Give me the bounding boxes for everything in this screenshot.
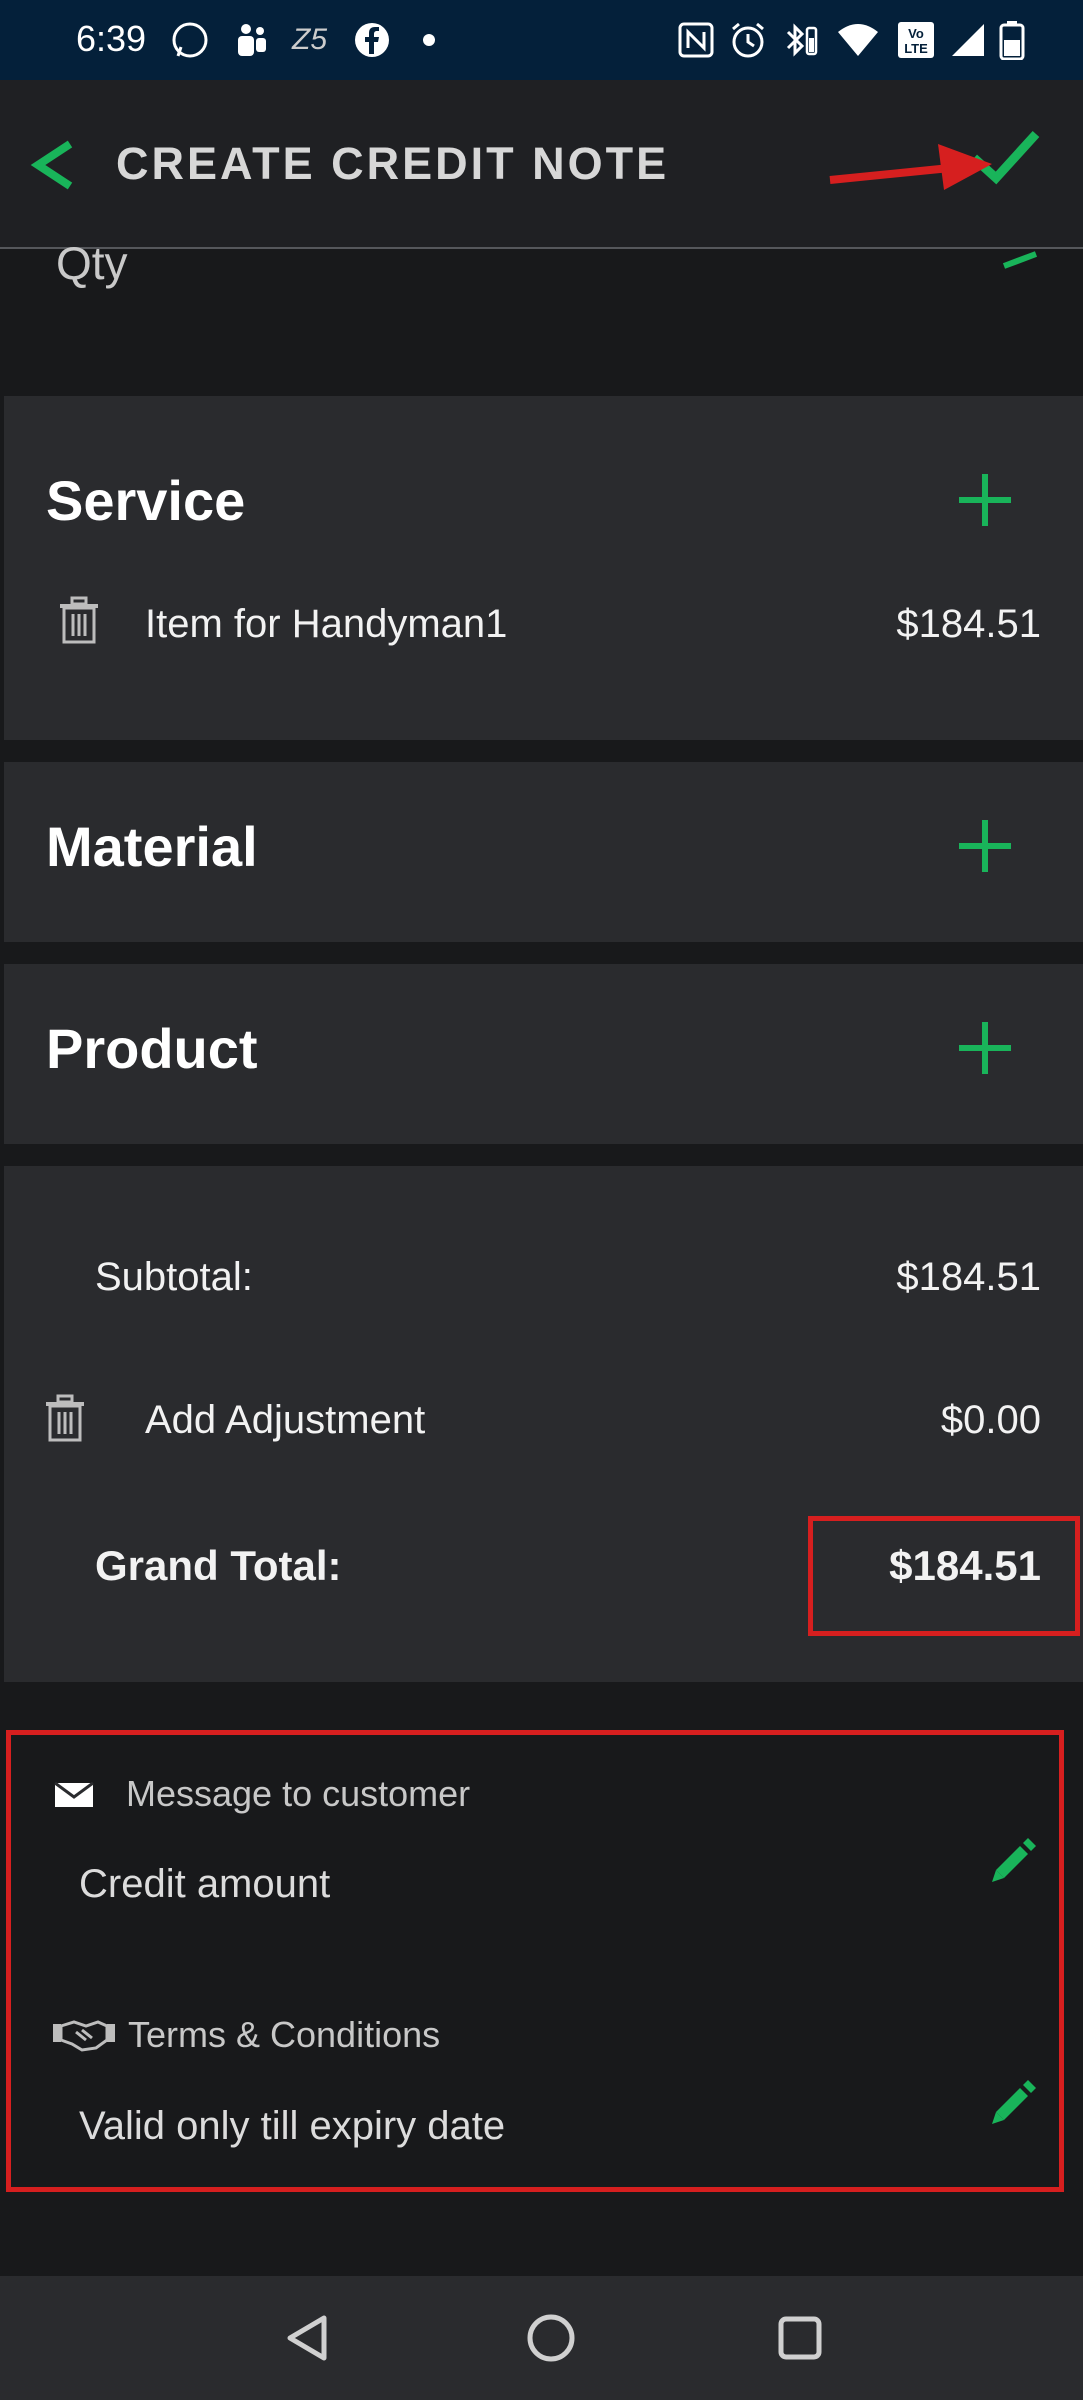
service-title: Service: [46, 469, 246, 532]
status-time: 6:39: [76, 18, 147, 59]
delete-service-item-button[interactable]: [58, 596, 100, 651]
pencil-icon: [992, 2080, 1036, 2124]
grand-total-value: $184.51: [889, 1542, 1041, 1589]
message-to-customer-value: Credit amount: [79, 1862, 331, 1906]
annotation-arrow: [829, 144, 992, 190]
trash-icon: [46, 1394, 84, 1442]
wifi-icon: [836, 20, 880, 60]
subtotal-label: Subtotal:: [95, 1255, 253, 1299]
service-item-price: $184.51: [896, 602, 1041, 646]
service-card: [4, 396, 1083, 740]
envelope-icon: [54, 1780, 94, 1815]
battery-icon: [998, 20, 1026, 61]
grand-total-label: Grand Total:: [95, 1542, 342, 1589]
delete-adjustment-button[interactable]: [44, 1394, 86, 1449]
facebook-icon: [352, 20, 392, 60]
teams-icon: [232, 20, 272, 60]
add-service-button[interactable]: [955, 470, 1015, 530]
service-item-name[interactable]: Item for Handyman1: [145, 602, 507, 647]
plus-icon: [959, 1022, 1011, 1074]
add-material-button[interactable]: [955, 816, 1015, 876]
notification-dot-icon: [422, 20, 436, 60]
plus-icon: [959, 474, 1011, 526]
whatsapp-icon: [170, 20, 210, 60]
pencil-icon: [992, 1838, 1036, 1882]
qty-section: [0, 249, 1083, 395]
message-to-customer-title: Message to customer: [126, 1773, 471, 1814]
nav-home-button[interactable]: [523, 2310, 579, 2371]
handshake-icon: [52, 2014, 116, 2059]
terms-value: Valid only till expiry date: [79, 2104, 506, 2148]
circle-home-icon: [527, 2314, 575, 2362]
adjustment-value: $0.00: [940, 1398, 1041, 1442]
trash-icon: [60, 596, 98, 644]
nav-back-button[interactable]: [280, 2310, 336, 2371]
qty-edit-pencil-icon[interactable]: [1000, 246, 1040, 270]
cellular-signal-icon: [948, 20, 988, 60]
alarm-icon: [728, 20, 768, 60]
bluetooth-battery-icon: [780, 20, 820, 60]
zee5-icon: Z5: [292, 23, 328, 56]
triangle-back-icon: [287, 2315, 327, 2361]
page-title: CREATE CREDIT NOTE: [116, 138, 670, 189]
svg-text:Vo: Vo: [908, 26, 924, 41]
nav-recents-button[interactable]: [772, 2310, 828, 2371]
chevron-left-icon: [30, 140, 73, 190]
svg-text:LTE: LTE: [904, 41, 928, 56]
plus-icon: [959, 820, 1011, 872]
product-title: Product: [46, 1017, 258, 1080]
subtotal-value: $184.51: [896, 1255, 1041, 1299]
edit-terms-button[interactable]: [986, 2074, 1040, 2133]
edit-message-button[interactable]: [986, 1832, 1040, 1891]
square-recents-icon: [778, 2316, 822, 2360]
back-button[interactable]: [26, 130, 86, 200]
terms-title: Terms & Conditions: [128, 2014, 441, 2055]
add-product-button[interactable]: [955, 1018, 1015, 1078]
volte-icon: Vo LTE: [896, 20, 936, 60]
add-adjustment-button[interactable]: Add Adjustment: [145, 1398, 425, 1443]
material-title: Material: [46, 815, 258, 878]
status-bar: 6:39 Z5 Vo LTE: [0, 0, 1083, 80]
qty-label: Qty: [56, 237, 128, 289]
nfc-icon: [676, 20, 716, 60]
